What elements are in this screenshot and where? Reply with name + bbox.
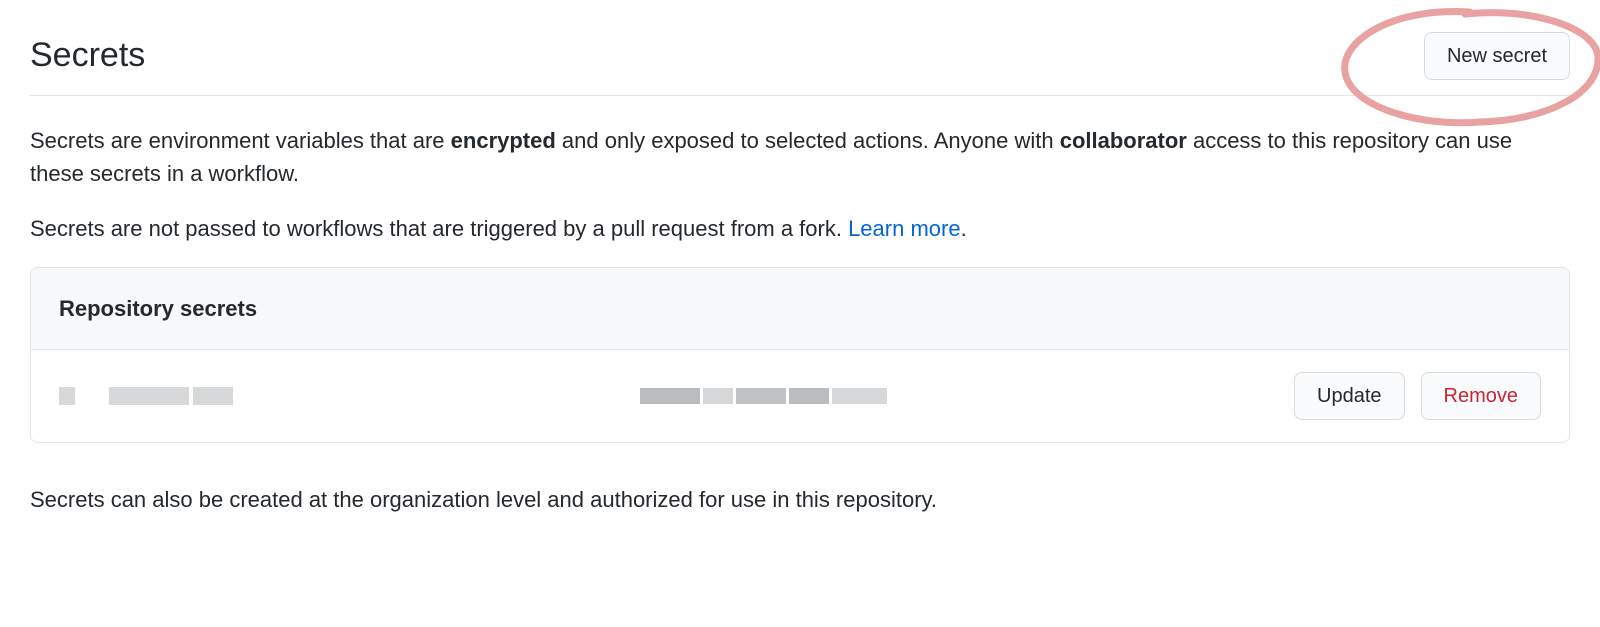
footer-note: Secrets can also be created at the organ… xyxy=(30,483,1570,516)
secret-row: Update Remove xyxy=(31,350,1569,442)
description-paragraph-1: Secrets are environment variables that a… xyxy=(30,124,1570,190)
secret-name-redacted xyxy=(59,387,233,405)
description-block: Secrets are environment variables that a… xyxy=(30,124,1570,245)
desc-text: Secrets are environment variables that a… xyxy=(30,128,451,153)
secret-actions: Update Remove xyxy=(1294,372,1541,420)
remove-button[interactable]: Remove xyxy=(1421,372,1541,420)
desc-text: Secrets are not passed to workflows that… xyxy=(30,216,848,241)
desc-text: . xyxy=(961,216,967,241)
secrets-box-heading: Repository secrets xyxy=(31,268,1569,350)
update-button[interactable]: Update xyxy=(1294,372,1405,420)
new-secret-button[interactable]: New secret xyxy=(1424,32,1570,80)
secret-meta-redacted xyxy=(253,388,1274,404)
learn-more-link[interactable]: Learn more xyxy=(848,216,961,241)
page-title: Secrets xyxy=(30,30,145,81)
desc-text: and only exposed to selected actions. An… xyxy=(556,128,1060,153)
desc-bold-encrypted: encrypted xyxy=(451,128,556,153)
description-paragraph-2: Secrets are not passed to workflows that… xyxy=(30,212,1570,245)
page-header: Secrets New secret xyxy=(30,30,1570,96)
secrets-box: Repository secrets Update Remove xyxy=(30,267,1570,443)
desc-bold-collaborator: collaborator xyxy=(1060,128,1187,153)
